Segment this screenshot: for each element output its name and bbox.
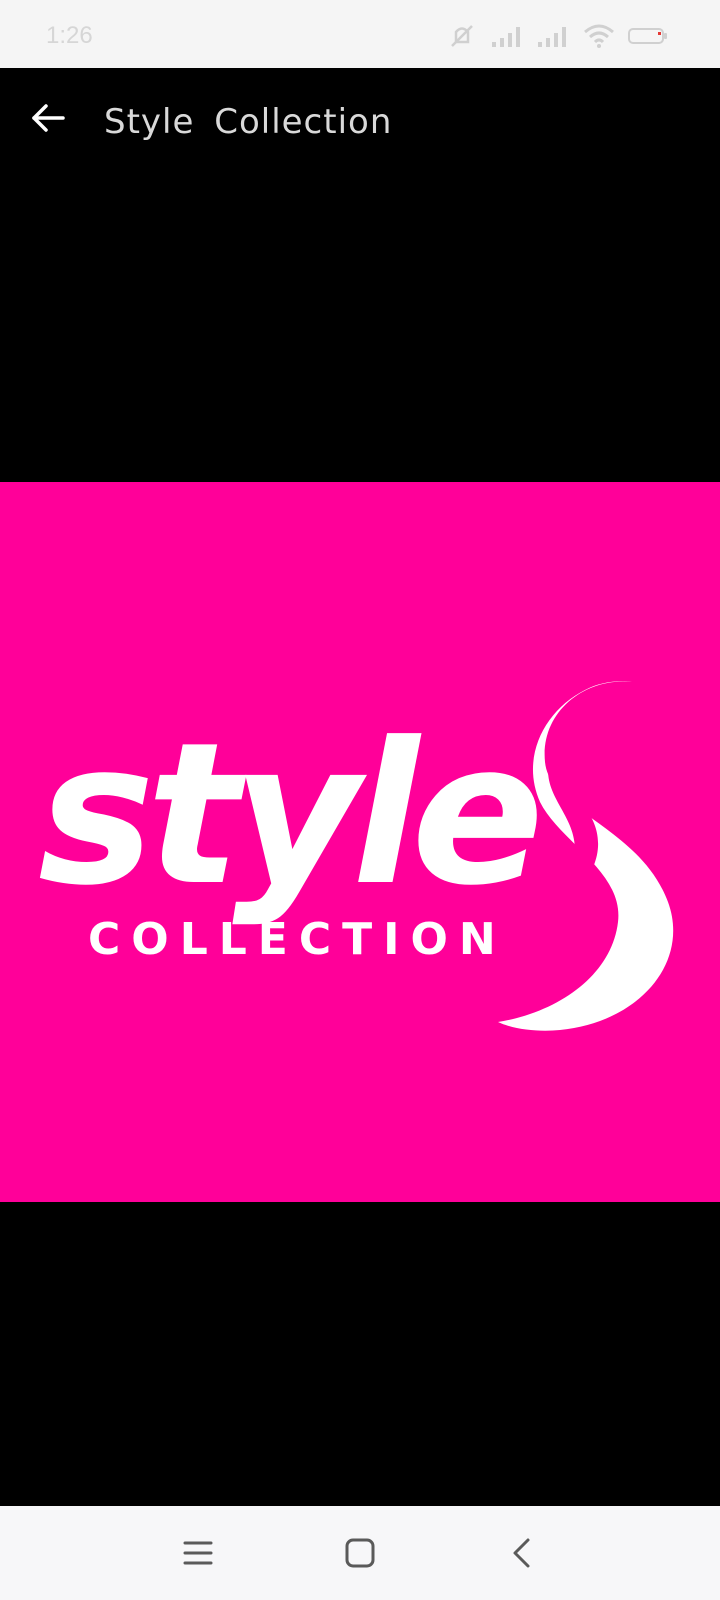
arrow-left-icon xyxy=(32,104,65,132)
mute-icon xyxy=(451,25,473,47)
system-navigation-bar xyxy=(0,1506,720,1600)
page-title: Style Collection xyxy=(104,102,393,142)
home-square-icon xyxy=(345,1538,375,1568)
battery-icon xyxy=(628,28,667,44)
back-button[interactable] xyxy=(24,94,72,142)
logo-image: style COLLECTION xyxy=(0,482,720,1202)
recent-apps-button[interactable] xyxy=(170,1528,226,1578)
image-viewer[interactable]: style COLLECTION xyxy=(0,188,720,1506)
signal-icon xyxy=(492,27,520,47)
status-bar: 1:26 xyxy=(0,0,720,68)
home-button[interactable] xyxy=(332,1528,388,1578)
back-nav-button[interactable] xyxy=(494,1528,550,1578)
status-icons xyxy=(446,22,668,50)
logo-wordmark: style xyxy=(38,701,537,929)
app-bar: Style Collection xyxy=(0,68,720,188)
signal-icon xyxy=(538,27,566,47)
wifi-icon xyxy=(584,24,614,48)
logo-subtitle: COLLECTION xyxy=(88,914,507,965)
back-chevron-icon xyxy=(513,1538,530,1568)
menu-icon xyxy=(183,1541,213,1565)
status-time: 1:26 xyxy=(46,22,93,49)
